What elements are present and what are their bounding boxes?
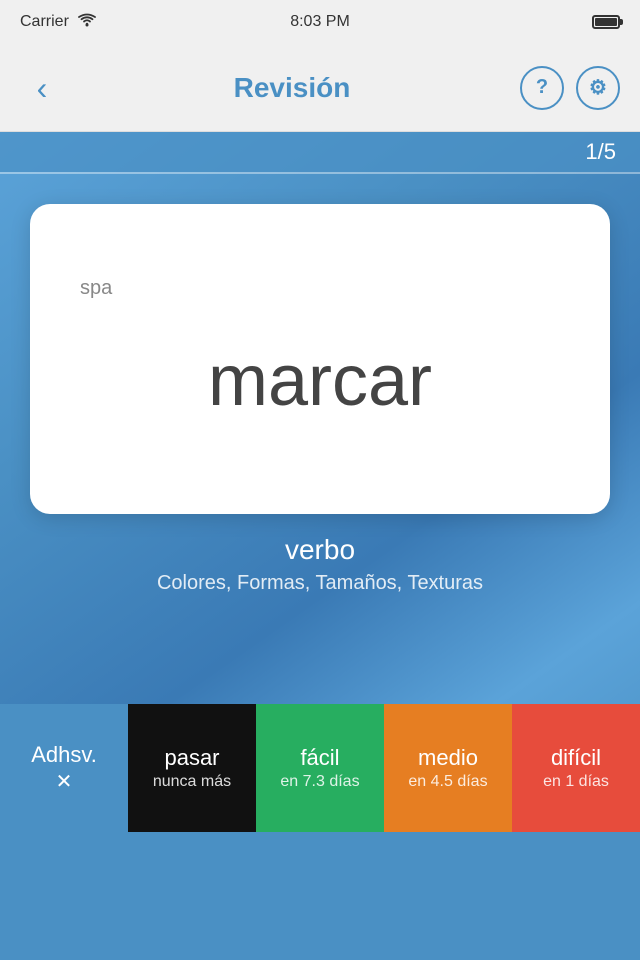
settings-button[interactable]: ⚙ — [576, 66, 620, 110]
wifi-icon — [77, 13, 97, 32]
gear-icon: ⚙ — [589, 75, 607, 100]
action-hard-button[interactable]: difícil en 1 días — [512, 704, 640, 832]
action-sticky-button[interactable]: Adhsv. ✕ — [0, 704, 128, 832]
nav-bar: ‹ Revisión ? ⚙ — [0, 44, 640, 132]
carrier-label: Carrier — [20, 13, 69, 31]
card-word: marcar — [208, 320, 432, 442]
main-content: 1/5 spa marcar verbo Colores, Formas, Ta… — [0, 132, 640, 832]
skip-label: pasar — [164, 745, 219, 771]
action-buttons-bar: Adhsv. ✕ pasar nunca más fácil en 7.3 dí… — [0, 704, 640, 832]
flashcard[interactable]: spa marcar — [30, 204, 610, 514]
help-button[interactable]: ? — [520, 66, 564, 110]
back-button[interactable]: ‹ — [20, 66, 64, 110]
easy-label: fácil — [300, 745, 339, 771]
sticky-label: Adhsv. — [31, 742, 97, 768]
sticky-sublabel: ✕ — [56, 769, 73, 794]
medium-label: medio — [418, 745, 478, 771]
status-time: 8:03 PM — [290, 13, 350, 31]
medium-sublabel: en 4.5 días — [408, 773, 487, 791]
progress-text: 1/5 — [585, 139, 616, 165]
help-icon: ? — [536, 76, 548, 99]
word-categories: Colores, Formas, Tamaños, Texturas — [157, 572, 483, 595]
nav-icons: ? ⚙ — [520, 66, 620, 110]
word-type: verbo — [157, 534, 483, 566]
card-language: spa — [70, 277, 112, 300]
status-bar: Carrier 8:03 PM — [0, 0, 640, 44]
hard-sublabel: en 1 días — [543, 773, 609, 791]
page-title: Revisión — [234, 72, 351, 104]
word-info: verbo Colores, Formas, Tamaños, Texturas — [157, 534, 483, 595]
action-easy-button[interactable]: fácil en 7.3 días — [256, 704, 384, 832]
back-arrow-icon: ‹ — [37, 72, 48, 104]
action-skip-button[interactable]: pasar nunca más — [128, 704, 256, 832]
progress-divider — [0, 172, 640, 174]
battery-icon — [592, 15, 620, 29]
status-left: Carrier — [20, 13, 97, 32]
status-right — [592, 15, 620, 29]
flashcard-container[interactable]: spa marcar — [30, 204, 610, 514]
skip-sublabel: nunca más — [153, 773, 231, 791]
action-medium-button[interactable]: medio en 4.5 días — [384, 704, 512, 832]
easy-sublabel: en 7.3 días — [280, 773, 359, 791]
hard-label: difícil — [551, 745, 601, 771]
progress-bar: 1/5 — [0, 132, 640, 172]
